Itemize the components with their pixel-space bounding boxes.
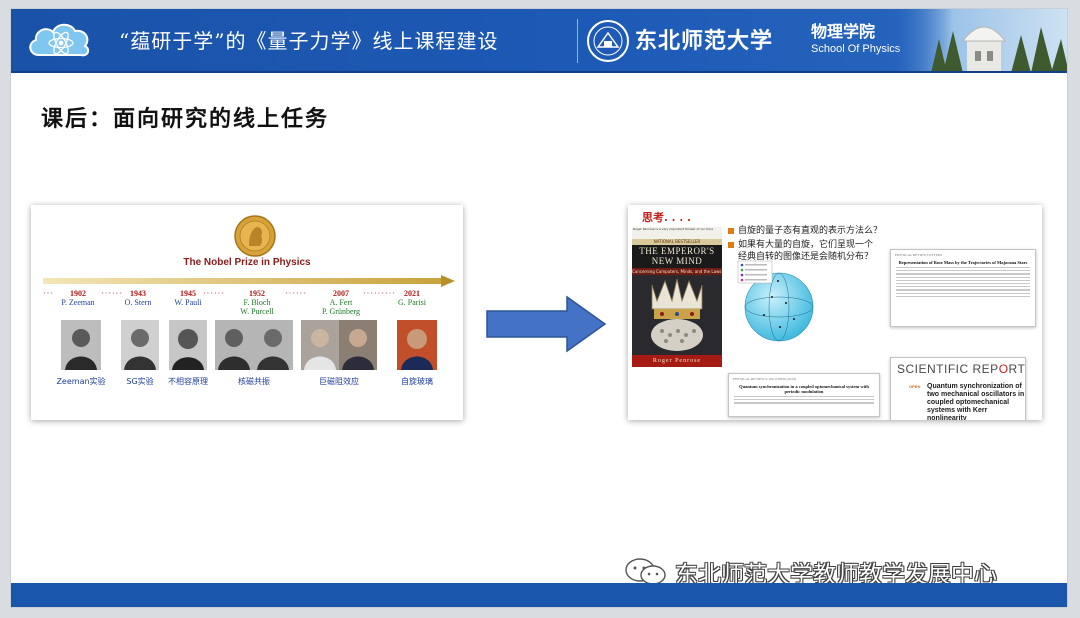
question-2: 如果有大量的自旋，它们呈现一个 xyxy=(728,239,873,251)
bullet-icon xyxy=(728,241,734,248)
timeline-entry-1902: 1902 P. Zeeman xyxy=(61,289,95,307)
caption-sg: SG实验 xyxy=(126,377,154,386)
timeline-entry-1943: 1943 O. Stern xyxy=(124,289,152,307)
timeline-entry-1952: 1952 F. Bloch W. Purcell xyxy=(240,289,274,316)
paper-scientific-reports: SCIENTIFIC REPORTS OPEN Quantum synchron… xyxy=(890,357,1026,420)
paper-pra: PHYSICAL REVIEW A 100, 033830 (2019) Qua… xyxy=(728,373,880,417)
portrait-stern xyxy=(121,320,159,370)
question-1: 自旋的量子态有直观的表示方法么？ xyxy=(728,225,882,237)
school-name-cn: 物理学院 xyxy=(811,22,876,41)
caption-zeeman: Zeeman实验 xyxy=(56,377,106,386)
thinking-collage-image: 思考. . . . Roger Penrose is a very import… xyxy=(628,205,1042,420)
book-cover-art xyxy=(632,275,722,355)
footer-bar xyxy=(11,583,1067,607)
portrait-fert-grunberg xyxy=(301,320,377,370)
thinking-label: 思考. . . . xyxy=(642,211,691,224)
header-divider xyxy=(577,19,578,63)
right-arrow-icon xyxy=(486,295,607,353)
caption-nmr: 核磁共振 xyxy=(238,377,270,386)
bullet-icon xyxy=(728,227,734,234)
nobel-title: The Nobel Prize in Physics xyxy=(183,257,311,268)
timeline-entry-2007: 2007 A. Fert P. Grünberg xyxy=(321,289,361,316)
timeline-dots: ······ xyxy=(285,289,307,298)
timeline-arrow xyxy=(43,275,455,287)
header-banner: “蕴研于学”的《量子力学》线上课程建设 东北师范大学 物理学院 School O… xyxy=(11,9,1067,73)
cloud-atom-logo-icon xyxy=(29,23,90,57)
school-name-en: School Of Physics xyxy=(811,43,901,55)
caption-exclusion: 不相容原理 xyxy=(168,377,208,386)
portrait-zeeman xyxy=(61,320,101,370)
caption-spin-glass: 自旋玻璃 xyxy=(401,377,433,386)
bloch-sphere-figure xyxy=(737,260,814,342)
caption-gmr: 巨磁阻效应 xyxy=(319,377,359,386)
slide: “蕴研于学”的《量子力学》线上课程建设 东北师范大学 物理学院 School O… xyxy=(10,8,1068,608)
observatory-photo xyxy=(891,9,1067,71)
section-title: 课后：面向研究的线上任务 xyxy=(41,106,330,132)
nobel-timeline-image: The Nobel Prize in Physics ··· 1902 P. Z… xyxy=(31,205,463,420)
course-title: “蕴研于学”的《量子力学》线上课程建设 xyxy=(119,29,499,53)
portrait-pauli xyxy=(169,320,207,370)
timeline-dots: ······ xyxy=(203,289,225,298)
university-seal-icon xyxy=(587,20,629,62)
nobel-medal-icon xyxy=(234,215,276,257)
paper-prl: PHYSICAL REVIEW LETTERS Representation o… xyxy=(890,249,1036,327)
university-name: 东北师范大学 xyxy=(635,28,774,54)
portrait-parisi xyxy=(397,320,437,370)
book-cover-emperors-new-mind: Roger Penrose is a very important thinke… xyxy=(632,227,722,367)
portrait-bloch-purcell xyxy=(215,320,293,370)
timeline-entry-2021: 2021 G. Parisi xyxy=(398,289,426,307)
